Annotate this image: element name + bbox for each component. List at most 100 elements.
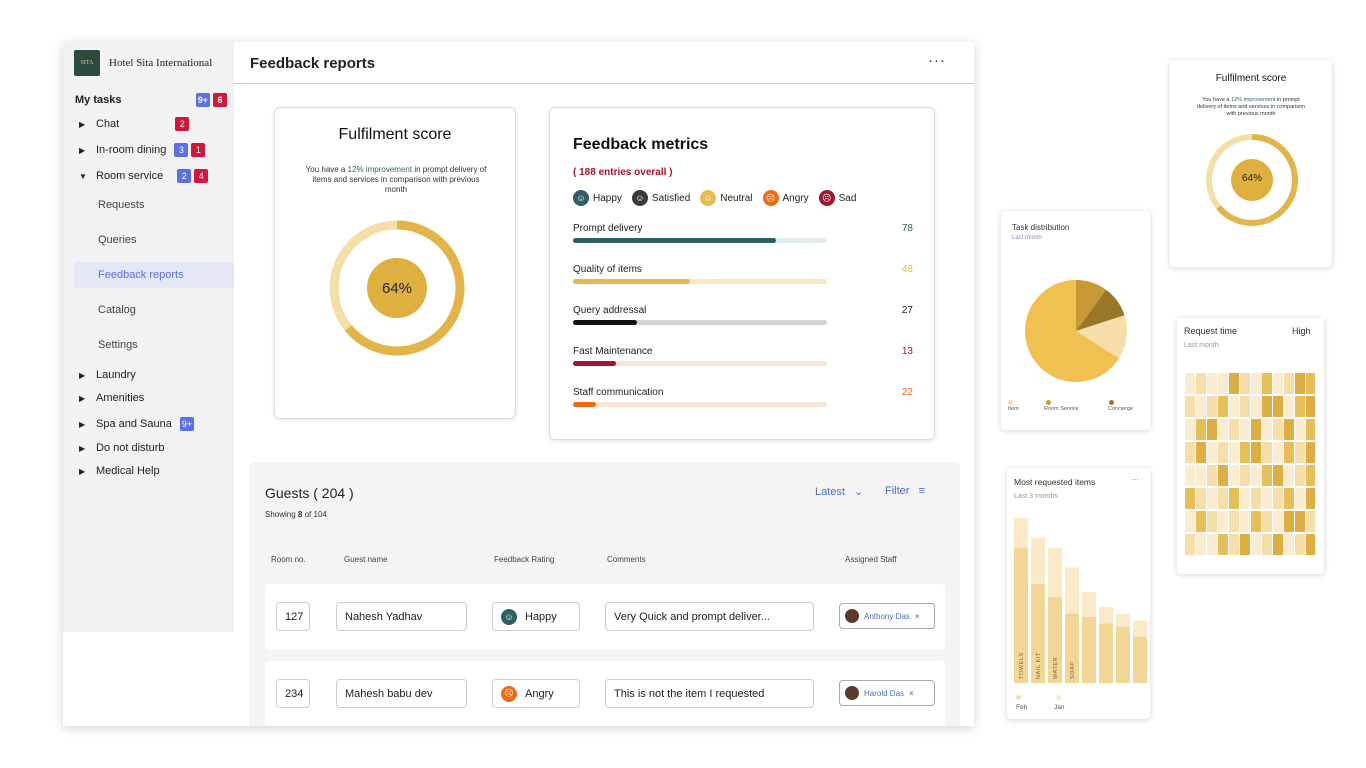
caret-right-icon: ▶ bbox=[79, 119, 86, 129]
sidebar-item-label: Amenities bbox=[96, 392, 145, 404]
sort-dropdown[interactable]: Latest ⌄ bbox=[815, 485, 863, 498]
column-guest-name[interactable]: Guest name bbox=[344, 555, 388, 564]
sidebar-item-room-service[interactable]: ▼ Room service 2 4 bbox=[79, 169, 209, 183]
mini-fulfilment-score: 64% bbox=[1241, 173, 1262, 184]
metric-bar bbox=[573, 238, 777, 243]
table-row[interactable]: 234 Mahesh babu dev ☹ Angry This is not t… bbox=[265, 661, 945, 726]
page-title: Feedback reports bbox=[250, 55, 376, 72]
heatmap-cell bbox=[1218, 534, 1228, 555]
heatmap-cell bbox=[1262, 488, 1272, 509]
sidebar-item-spa[interactable]: ▶ Spa and Sauna 9+ bbox=[79, 417, 195, 431]
heatmap-cell bbox=[1207, 419, 1217, 440]
more-options-icon[interactable]: ··· bbox=[928, 52, 946, 69]
task-distribution-card: Task distribution Last month Item Room S… bbox=[1001, 211, 1150, 430]
heatmap-cell bbox=[1306, 373, 1315, 394]
sidebar-item-medical-help[interactable]: ▶ Medical Help bbox=[79, 465, 160, 477]
heatmap-cell bbox=[1251, 442, 1261, 463]
subitem-feedback-reports[interactable]: Feedback reports bbox=[98, 269, 184, 281]
sidebar-item-label: Chat bbox=[96, 118, 120, 130]
room-number-field[interactable]: 127 bbox=[276, 602, 310, 631]
heatmap-cell bbox=[1284, 396, 1294, 417]
avatar bbox=[845, 609, 859, 623]
heatmap-cell bbox=[1273, 419, 1283, 440]
heatmap-cell bbox=[1295, 465, 1305, 486]
heatmap-cell bbox=[1185, 419, 1195, 440]
sidebar-item-laundry[interactable]: ▶ Laundry bbox=[79, 369, 136, 381]
close-icon[interactable]: × bbox=[909, 689, 914, 698]
comment-field[interactable]: Very Quick and prompt deliver... bbox=[605, 602, 814, 631]
improvement-highlight: 12% improvement bbox=[347, 165, 413, 174]
heatmap-cell bbox=[1185, 534, 1195, 555]
bar-category-label: SOAP bbox=[1070, 661, 1076, 679]
heatmap-cell bbox=[1229, 534, 1239, 555]
heatmap-cell bbox=[1196, 511, 1206, 532]
main-window: SITA Hotel Sita International My tasks 9… bbox=[63, 42, 974, 726]
close-icon[interactable]: × bbox=[915, 612, 920, 621]
rating-field[interactable]: ☹ Angry bbox=[492, 679, 580, 708]
heatmap-cell bbox=[1295, 442, 1305, 463]
heatmap-cell bbox=[1196, 534, 1206, 555]
bar-category-label: TOWELS bbox=[1019, 652, 1025, 679]
legend-neutral: ☺ Neutral bbox=[700, 190, 753, 206]
heatmap-cell bbox=[1306, 419, 1315, 440]
most-requested-bar-chart: TOWELS NAIL KIT WATER SOAP bbox=[1014, 518, 1147, 683]
heatmap-cell bbox=[1306, 396, 1315, 417]
heatmap-cell bbox=[1273, 511, 1283, 532]
heatmap-cell bbox=[1185, 511, 1195, 532]
metrics-title: Feedback metrics bbox=[573, 136, 709, 153]
brand[interactable]: SITA Hotel Sita International bbox=[74, 50, 212, 76]
heatmap-cell bbox=[1229, 488, 1239, 509]
guests-title: Guests ( 204 ) bbox=[265, 485, 354, 501]
table-row[interactable]: 127 Nahesh Yadhav ☺ Happy Very Quick and … bbox=[265, 584, 945, 650]
subitem-queries[interactable]: Queries bbox=[98, 234, 137, 246]
heatmap-cell bbox=[1273, 396, 1283, 417]
sidebar-item-chat[interactable]: ▶ Chat 2 bbox=[79, 117, 190, 131]
heatmap-cell bbox=[1218, 442, 1228, 463]
guest-name-field[interactable]: Mahesh babu dev bbox=[336, 679, 467, 708]
my-tasks-badge-red: 6 bbox=[213, 93, 227, 107]
subitem-requests[interactable]: Requests bbox=[98, 199, 144, 211]
legend-satisfied: ☺ Satisfied bbox=[631, 190, 690, 206]
heatmap-cell bbox=[1240, 465, 1250, 486]
heatmap-cell bbox=[1273, 442, 1283, 463]
heatmap-cell bbox=[1251, 511, 1261, 532]
metric-value: 22 bbox=[901, 387, 913, 398]
assigned-staff-chip[interactable]: Harold Das × bbox=[839, 680, 935, 706]
room-number-field[interactable]: 234 bbox=[276, 679, 310, 708]
mini-fulfilment-title: Fulfilment score bbox=[1215, 73, 1287, 84]
guest-name-field[interactable]: Nahesh Yadhav bbox=[336, 602, 467, 631]
legend-room-service: Room Service bbox=[1044, 406, 1079, 412]
heatmap-cell bbox=[1284, 511, 1294, 532]
column-room-no[interactable]: Room no. bbox=[271, 555, 306, 564]
heatmap-cell bbox=[1229, 396, 1239, 417]
heatmap-cell bbox=[1196, 465, 1206, 486]
metric-label: Staff communication bbox=[573, 387, 664, 398]
rating-field[interactable]: ☺ Happy bbox=[492, 602, 580, 631]
heatmap-cell bbox=[1218, 465, 1228, 486]
filter-button[interactable]: Filter ≡ bbox=[885, 485, 925, 497]
metric-value: 13 bbox=[901, 346, 913, 357]
sidebar-item-label: Laundry bbox=[96, 369, 136, 381]
most-requested-subtitle: Last 3 months bbox=[1014, 493, 1058, 500]
heatmap-cell bbox=[1295, 534, 1305, 555]
comment-field[interactable]: This is not the item I requested bbox=[605, 679, 814, 708]
more-options-icon[interactable]: ··· bbox=[1131, 475, 1139, 484]
heatmap-cell bbox=[1251, 534, 1261, 555]
most-requested-title: Most requested items bbox=[1014, 477, 1096, 487]
sidebar-item-in-room-dining[interactable]: ▶ In-room dining 3 1 bbox=[79, 143, 206, 157]
subitem-catalog[interactable]: Catalog bbox=[98, 304, 136, 316]
heatmap-cell bbox=[1218, 373, 1228, 394]
assigned-staff-chip[interactable]: Anthony Das × bbox=[839, 603, 935, 629]
bar-feb bbox=[1116, 626, 1130, 683]
column-feedback-rating[interactable]: Feedback Rating bbox=[494, 555, 554, 564]
heatmap-cell bbox=[1196, 373, 1206, 394]
column-assigned-staff[interactable]: Assigned Staff bbox=[845, 555, 896, 564]
top-bar: Feedback reports ··· bbox=[234, 42, 974, 84]
heatmap-cell bbox=[1284, 419, 1294, 440]
metric-label: Quality of items bbox=[573, 264, 642, 275]
sidebar-item-amenities[interactable]: ▶ Amenities bbox=[79, 392, 144, 404]
task-pie-chart bbox=[1025, 280, 1127, 382]
column-comments[interactable]: Comments bbox=[607, 555, 646, 564]
subitem-settings[interactable]: Settings bbox=[98, 339, 138, 351]
sidebar-item-do-not-disturb[interactable]: ▶ Do not disturb bbox=[79, 442, 164, 454]
